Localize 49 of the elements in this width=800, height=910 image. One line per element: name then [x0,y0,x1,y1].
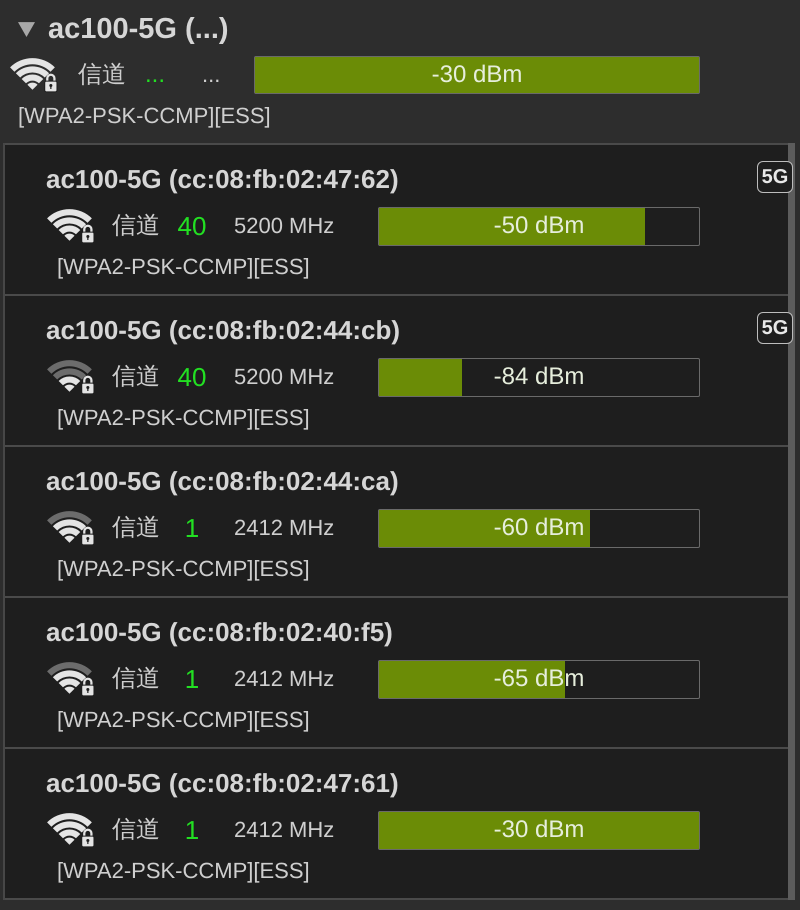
channel-label: 信道 [112,815,161,845]
channel-number: 1 [184,815,200,845]
frequency-text: 5200 MHz [234,363,336,391]
network-row[interactable]: ac100-5G (cc:08:fb:02:44:ca) 信道 1 2412 MHz -60 dBm [WPA2-PSK-CCMP][ESS] [5,445,788,596]
channel-label: 信道 [112,211,161,241]
frequency-text: ... [202,61,222,89]
channel-number: 1 [184,664,200,694]
wifi-lock-icon [47,812,95,848]
wifi-lock-icon [47,360,95,394]
network-name: ac100-5G (cc:08:fb:02:40:f5) [46,616,393,648]
channel-number: ... [145,60,166,90]
band-badge: 5G [757,312,793,344]
channel-number: 40 [176,362,208,392]
network-name: ac100-5G (cc:08:fb:02:44:cb) [46,314,400,346]
network-name: ac100-5G (cc:08:fb:02:44:ca) [46,465,399,497]
signal-reading: -50 dBm [494,212,584,240]
channel-label: 信道 [112,362,161,392]
signal-reading: -30 dBm [494,816,584,844]
frequency-text: 5200 MHz [234,212,336,240]
frequency-text: 2412 MHz [234,816,336,844]
group-title: ac100-5G (...) [48,12,229,46]
frequency-text: 2412 MHz [234,665,336,693]
band-badge: 5G [757,161,793,193]
network-name: ac100-5G (cc:08:fb:02:47:61) [46,767,399,799]
wifi-lock-icon [47,208,95,244]
frequency-text: 2412 MHz [234,514,336,542]
network-name: ac100-5G (cc:08:fb:02:47:62) [46,163,399,195]
channel-number: 1 [184,513,200,543]
channel-label: 信道 [112,513,161,543]
channel-label: 信道 [112,664,161,694]
channel-number: 40 [176,211,208,241]
signal-reading: -30 dBm [432,61,522,89]
wifi-lock-icon [10,58,58,92]
security-text: [WPA2-PSK-CCMP][ESS] [57,405,310,431]
scrollbar[interactable] [788,143,795,900]
wifi-lock-icon [47,662,95,696]
signal-reading: -84 dBm [494,363,584,391]
security-text: [WPA2-PSK-CCMP][ESS] [57,556,310,582]
expand-triangle-icon[interactable] [18,22,35,36]
security-text: [WPA2-PSK-CCMP][ESS] [57,707,310,733]
wifi-lock-icon [47,510,95,546]
security-text: [WPA2-PSK-CCMP][ESS] [18,103,271,129]
network-row[interactable]: ac100-5G (cc:08:fb:02:40:f5) 信道 1 2412 MHz -65 dBm [WPA2-PSK-CCMP][ESS] [5,596,788,747]
signal-reading: -65 dBm [494,665,584,693]
security-text: [WPA2-PSK-CCMP][ESS] [57,254,310,280]
security-text: [WPA2-PSK-CCMP][ESS] [57,858,310,884]
signal-reading: -60 dBm [494,514,584,542]
network-row[interactable]: ac100-5G (cc:08:fb:02:47:61) 信道 1 2412 MHz -30 dBm [WPA2-PSK-CCMP][ESS] [5,747,788,900]
channel-label: 信道 [78,60,127,90]
